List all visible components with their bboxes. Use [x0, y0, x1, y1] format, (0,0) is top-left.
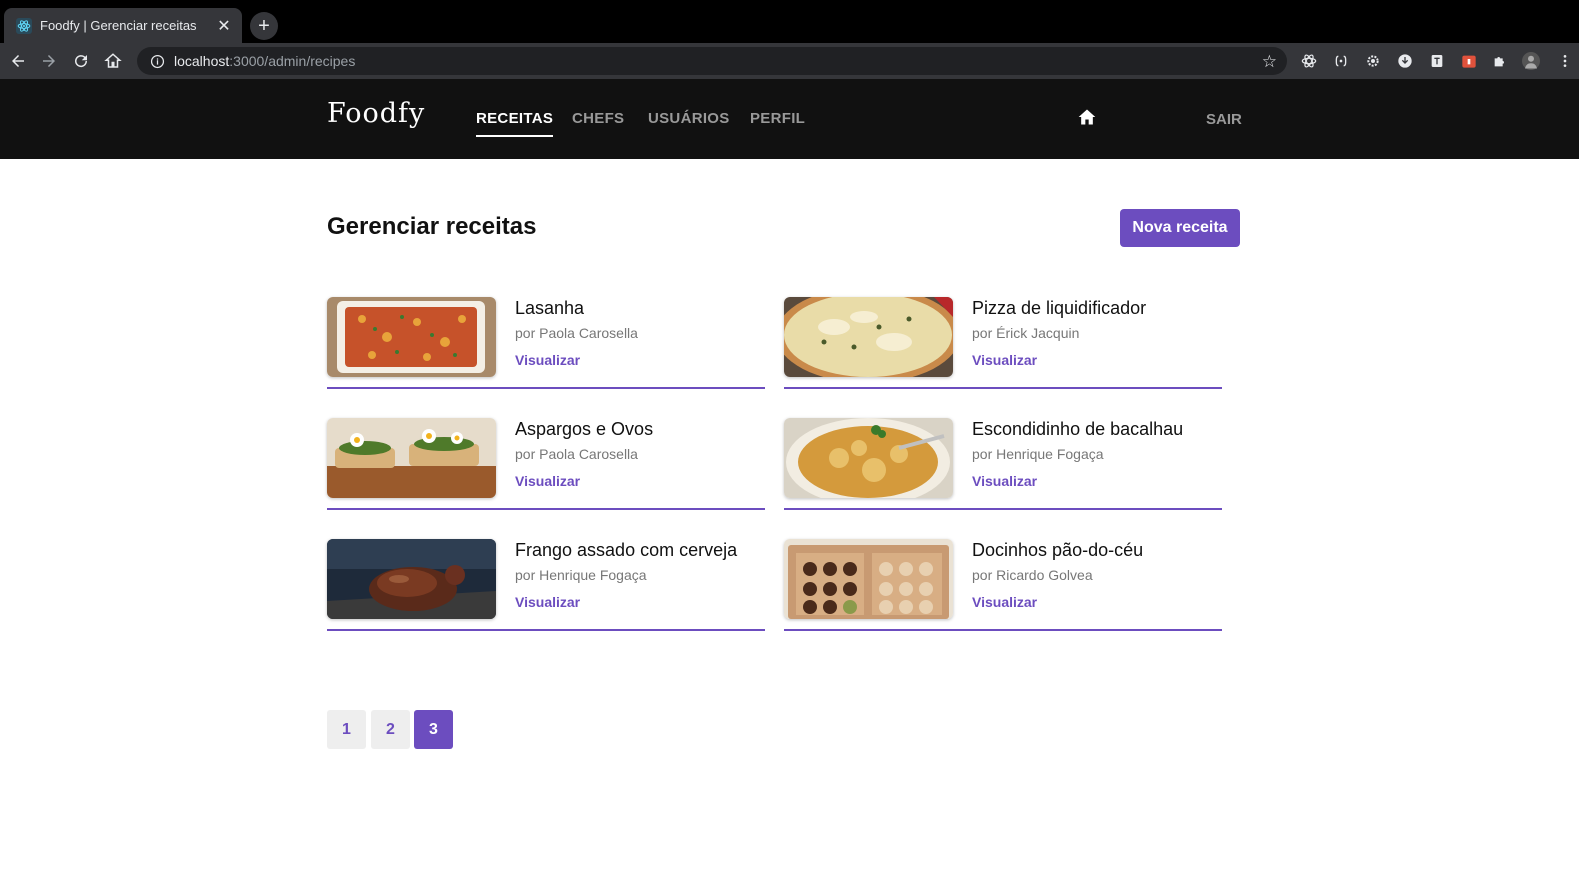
forward-icon[interactable]: [38, 50, 60, 72]
recipe-thumbnail[interactable]: [784, 297, 953, 377]
recipe-name: Frango assado com cerveja: [515, 540, 738, 560]
recipe-thumbnail[interactable]: [327, 418, 496, 498]
recipe-card: Aspargos e Ovos por Paola Carosella Visu…: [327, 418, 765, 510]
home-icon[interactable]: [1077, 107, 1097, 127]
view-recipe-link[interactable]: Visualizar: [972, 352, 1037, 368]
extensions-puzzle-icon[interactable]: [1491, 52, 1509, 70]
bookmark-star-icon[interactable]: ☆: [1262, 52, 1277, 72]
recipe-name: Docinhos pão-do-céu: [972, 540, 1144, 560]
recipe-author: por Paola Carosella: [515, 325, 638, 341]
app-header: Foodfy RECEITAS CHEFS USUÁRIOS PERFIL SA…: [0, 79, 1579, 159]
extension-gear-icon[interactable]: [1364, 52, 1382, 70]
address-bar[interactable]: localhost:3000/admin/recipes ☆: [137, 47, 1287, 75]
recipe-thumbnail[interactable]: [327, 539, 496, 619]
page-button-1[interactable]: 1: [327, 710, 366, 749]
nav-receitas[interactable]: RECEITAS: [476, 110, 554, 137]
profile-avatar-icon[interactable]: [1522, 52, 1540, 70]
browser-tab[interactable]: Foodfy | Gerenciar receitas ✕: [4, 8, 242, 43]
tab-close-icon[interactable]: ✕: [216, 16, 232, 36]
view-recipe-link[interactable]: Visualizar: [515, 594, 580, 610]
recipe-thumbnail[interactable]: [784, 418, 953, 498]
recipe-name: Lasanha: [515, 298, 585, 318]
react-favicon-icon: [16, 17, 32, 34]
site-info-icon[interactable]: [149, 53, 165, 69]
extension-badge-icon[interactable]: [1460, 52, 1478, 70]
page-title: Gerenciar receitas: [327, 213, 537, 240]
recipe-name: Escondidinho de bacalhau: [972, 419, 1184, 439]
recipe-card: Pizza de liquidificador por Érick Jacqui…: [784, 297, 1222, 389]
url-path: :3000/admin/recipes: [229, 53, 356, 69]
browser-tabbar: Foodfy | Gerenciar receitas ✕ +: [0, 0, 1579, 43]
recipe-thumbnail[interactable]: [784, 539, 953, 619]
url-host: localhost: [174, 53, 230, 69]
view-recipe-link[interactable]: Visualizar: [515, 473, 580, 489]
nav-perfil[interactable]: PERFIL: [750, 110, 805, 127]
logout-link[interactable]: SAIR: [1206, 111, 1242, 128]
recipe-author: por Henrique Fogaça: [515, 567, 647, 583]
tab-title: Foodfy | Gerenciar receitas: [40, 18, 197, 33]
recipe-author: por Paola Carosella: [515, 446, 638, 462]
back-icon[interactable]: [7, 50, 29, 72]
reload-icon[interactable]: [70, 50, 92, 72]
home-browser-icon[interactable]: [102, 50, 124, 72]
view-recipe-link[interactable]: Visualizar: [515, 352, 580, 368]
recipe-card: Lasanha por Paola Carosella Visualizar: [327, 297, 765, 389]
recipe-author: por Henrique Fogaça: [972, 446, 1104, 462]
recipe-name: Pizza de liquidificador: [972, 298, 1147, 318]
extension-brackets-icon[interactable]: [1332, 52, 1350, 70]
extension-download-icon[interactable]: [1396, 52, 1414, 70]
page-button-3-current[interactable]: 3: [414, 710, 453, 749]
recipe-card: Frango assado com cerveja por Henrique F…: [327, 539, 765, 631]
new-recipe-button[interactable]: Nova receita: [1120, 209, 1240, 247]
extension-note-icon[interactable]: [1428, 52, 1446, 70]
view-recipe-link[interactable]: Visualizar: [972, 594, 1037, 610]
recipe-card: Docinhos pão-do-céu por Ricardo Golvea V…: [784, 539, 1222, 631]
recipe-thumbnail[interactable]: [327, 297, 496, 377]
recipe-card: Escondidinho de bacalhau por Henrique Fo…: [784, 418, 1222, 510]
recipe-author: por Érick Jacquin: [972, 325, 1080, 341]
browser-menu-icon[interactable]: [1556, 52, 1574, 70]
browser-toolbar: localhost:3000/admin/recipes ☆: [0, 43, 1579, 79]
recipe-author: por Ricardo Golvea: [972, 567, 1093, 583]
new-tab-button[interactable]: +: [250, 12, 278, 40]
view-recipe-link[interactable]: Visualizar: [972, 473, 1037, 489]
foodfy-logo[interactable]: Foodfy: [327, 98, 425, 129]
recipe-name: Aspargos e Ovos: [515, 419, 654, 439]
nav-chefs[interactable]: CHEFS: [572, 110, 624, 127]
page-button-2[interactable]: 2: [371, 710, 410, 749]
react-devtools-icon[interactable]: [1300, 52, 1318, 70]
nav-usuarios[interactable]: USUÁRIOS: [648, 110, 730, 127]
